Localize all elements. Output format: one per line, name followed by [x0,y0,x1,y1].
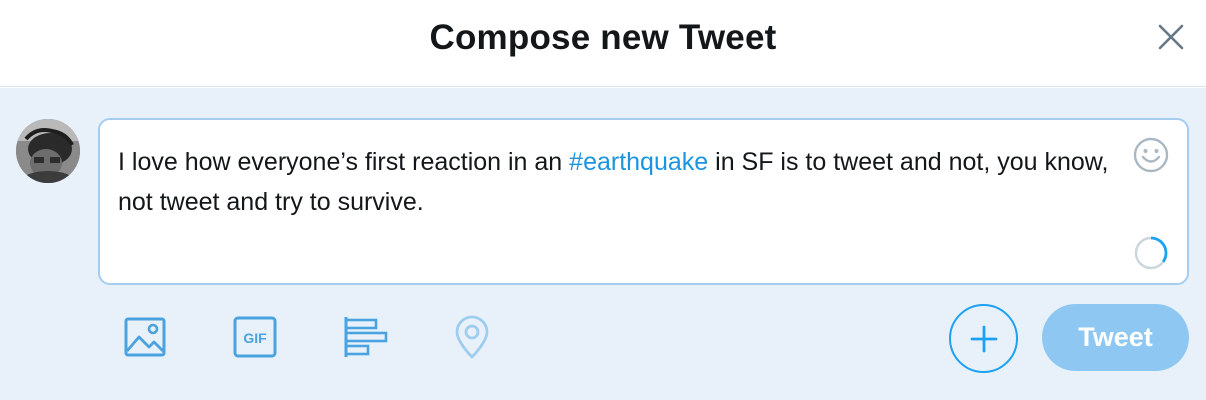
dialog-title: Compose new Tweet [429,18,777,57]
character-count-progress [1132,234,1170,272]
location-icon [455,315,489,359]
close-button[interactable] [1150,16,1192,58]
add-gif-button[interactable]: GIF [232,314,278,360]
add-poll-button[interactable] [342,314,388,360]
tweet-text-start: I love how everyone’s first reaction in … [118,148,570,176]
avatar[interactable] [16,119,80,183]
gif-label: GIF [243,330,267,346]
smiley-icon [1133,137,1169,173]
progress-ring-icon [1134,236,1168,270]
plus-icon [970,325,997,352]
add-tweet-thread-button[interactable] [949,304,1018,373]
tweet-text-input[interactable]: I love how everyone’s first reaction in … [118,142,1118,222]
emoji-button[interactable] [1132,136,1170,174]
close-icon [1158,24,1184,50]
add-media-button[interactable] [122,314,168,360]
image-icon [124,317,166,357]
add-location-button[interactable] [449,314,495,360]
tweet-compose-box[interactable]: I love how everyone’s first reaction in … [98,118,1189,285]
hashtag-link[interactable]: #earthquake [569,148,708,176]
tweet-button[interactable]: Tweet [1042,304,1189,371]
dialog-header: Compose new Tweet [0,0,1206,87]
gif-icon: GIF [233,316,277,358]
avatar-image [16,119,80,183]
poll-icon [344,317,388,357]
